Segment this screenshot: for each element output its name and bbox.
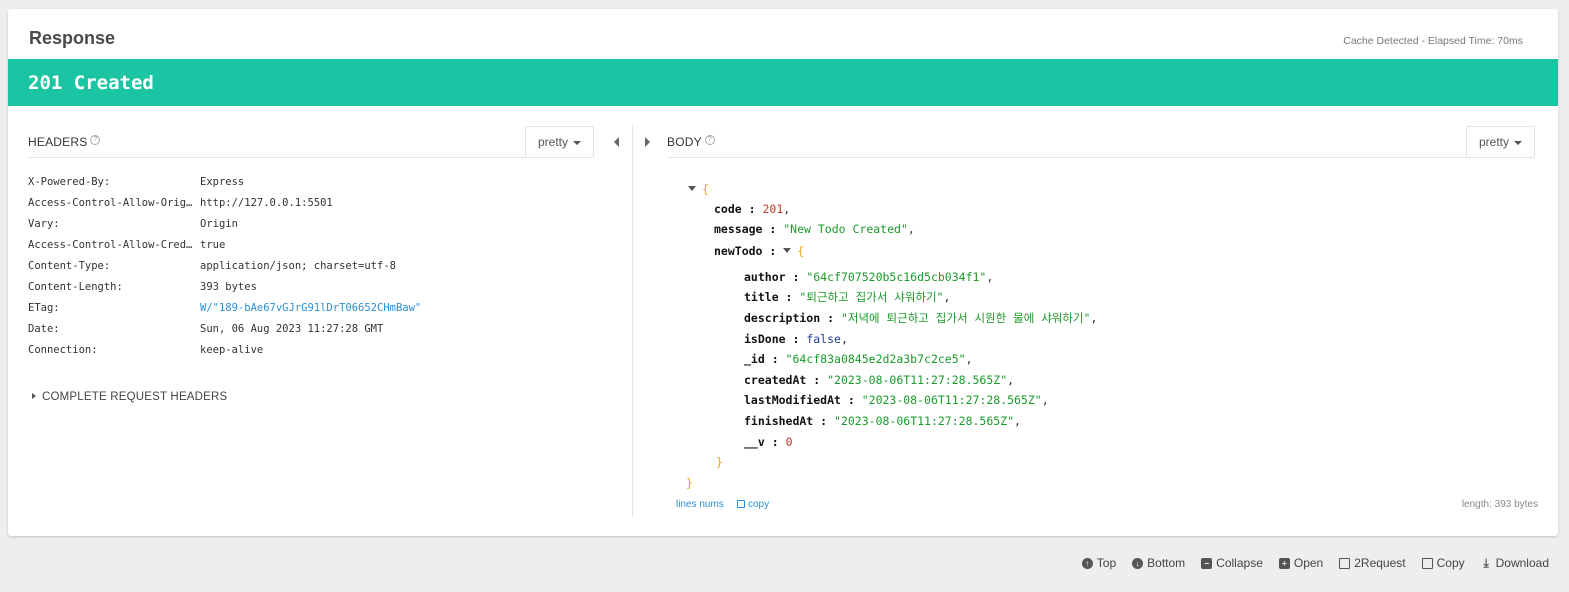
header-value: Express: [200, 176, 245, 188]
collapse-toggle-icon[interactable]: [783, 248, 792, 253]
json-line: description : "저녁에 퇴근하고 집가서 시원한 물에 샤워하기"…: [744, 311, 1098, 325]
etag-link[interactable]: W/"189-bAe67vGJrG91lDrT06652CHmBaw": [200, 301, 421, 316]
json-line: lastModifiedAt : "2023-08-06T11:27:28.56…: [744, 393, 1049, 407]
minus-square-icon: −: [1201, 557, 1213, 569]
header-key: Vary:: [28, 218, 60, 230]
arrow-down-circle-icon: ↓: [1132, 557, 1144, 569]
to-request-button-label: 2Request: [1354, 556, 1406, 570]
json-line: createdAt : "2023-08-06T11:27:28.565Z",: [744, 373, 1015, 387]
files-icon: [1339, 557, 1351, 569]
complete-request-headers-toggle[interactable]: COMPLETE REQUEST HEADERS: [32, 391, 227, 403]
json-line: title : "퇴근하고 집가서 샤워하기",: [744, 290, 951, 304]
cache-info: Cache Detected - Elapsed Time: 70ms: [1343, 35, 1523, 47]
complete-request-label: COMPLETE REQUEST HEADERS: [42, 391, 228, 403]
pane-splitter[interactable]: [632, 125, 633, 517]
copy-button-label: Copy: [1436, 556, 1465, 570]
lines-nums-link[interactable]: lines nums: [676, 499, 724, 510]
header-key: Date:: [28, 323, 60, 335]
help-icon[interactable]: ?: [90, 135, 101, 145]
body-length-info: length: 393 bytes: [1461, 499, 1538, 510]
copy-body-label: copy: [748, 499, 770, 510]
json-line: _id : "64cf83a0845e2d2a3b7c2ce5",: [744, 352, 973, 366]
json-line: isDone : false,: [744, 332, 848, 346]
json-close-brace: }: [716, 455, 723, 469]
body-label: BODY?: [667, 135, 715, 149]
headers-label-text: HEADERS: [28, 135, 88, 149]
header-key: Access-Control-Allow-Crede…: [28, 239, 198, 251]
headers-view-mode: pretty: [538, 135, 569, 149]
header-value: 393 bytes: [200, 281, 257, 293]
plus-square-icon: +: [1278, 557, 1290, 569]
top-button-label: Top: [1096, 556, 1117, 570]
download-icon: ⤓: [1483, 555, 1489, 570]
bottom-button-label: Bottom: [1147, 556, 1186, 570]
header-key: Access-Control-Allow-Origin:: [28, 197, 198, 209]
collapse-toggle-icon[interactable]: [688, 186, 696, 191]
copy-button[interactable]: Copy: [1421, 556, 1465, 570]
headers-view-dropdown[interactable]: pretty: [525, 126, 595, 158]
help-icon[interactable]: ?: [704, 135, 715, 145]
json-line: __v : 0: [744, 435, 793, 449]
header-key: Content-Type:: [28, 260, 111, 272]
headers-label: HEADERS?: [28, 135, 101, 149]
header-value: keep-alive: [200, 344, 264, 356]
chevron-down-icon: [1514, 140, 1523, 145]
json-line: author : "64cf707520b5c16d5cb034f1",: [744, 270, 994, 284]
arrow-up-circle-icon: ↑: [1081, 557, 1093, 569]
status-text: 201 Created: [28, 72, 154, 94]
response-card: Response Cache Detected - Elapsed Time: …: [8, 9, 1558, 536]
json-line: newTodo : {: [714, 244, 805, 258]
body-label-text: BODY: [667, 135, 702, 149]
open-button-label: Open: [1293, 556, 1324, 570]
header-key: X-Powered-By:: [28, 176, 111, 188]
response-title: Response: [29, 28, 116, 48]
collapse-right-icon[interactable]: [645, 137, 650, 147]
top-button[interactable]: ↑ Top: [1081, 556, 1117, 570]
body-view-mode: pretty: [1479, 135, 1510, 149]
copy-icon: [737, 500, 745, 508]
caret-right-icon: [32, 393, 36, 399]
header-key: Content-Length:: [28, 281, 123, 293]
chevron-down-icon: [573, 140, 582, 145]
body-view-dropdown[interactable]: pretty: [1466, 126, 1536, 158]
header-value: application/json; charset=utf-8: [200, 260, 396, 272]
status-bar: 201 Created: [8, 59, 1558, 106]
json-root-close: }: [686, 476, 693, 490]
body-divider: [667, 157, 1466, 158]
header-value: Sun, 06 Aug 2023 11:27:28 GMT: [200, 323, 384, 335]
header-key: Connection:: [28, 344, 98, 356]
to-request-button[interactable]: 2Request: [1339, 556, 1406, 570]
response-toolbar: ↑ Top ↓ Bottom − Collapse + Open 2Request Co…: [1081, 556, 1549, 570]
json-root-open[interactable]: {: [688, 181, 709, 197]
header-value: Origin: [200, 218, 238, 230]
bottom-button[interactable]: ↓ Bottom: [1132, 556, 1185, 570]
json-line: message : "New Todo Created",: [714, 222, 915, 236]
collapse-button-label: Collapse: [1216, 556, 1263, 570]
copy-body-link[interactable]: copy: [737, 499, 769, 510]
open-button[interactable]: + Open: [1278, 556, 1324, 570]
copy-icon: [1421, 557, 1433, 569]
header-value: http://127.0.0.1:5501: [200, 197, 333, 209]
collapse-left-icon[interactable]: [614, 137, 619, 147]
collapse-button[interactable]: − Collapse: [1201, 556, 1263, 570]
json-line: code : 201,: [714, 202, 791, 216]
download-button[interactable]: ⤓ Download: [1481, 556, 1549, 570]
headers-divider: [28, 157, 525, 158]
download-button-label: Download: [1495, 556, 1549, 570]
header-value: true: [200, 239, 226, 251]
json-line: finishedAt : "2023-08-06T11:27:28.565Z",: [744, 414, 1021, 428]
header-key: ETag:: [28, 302, 60, 314]
